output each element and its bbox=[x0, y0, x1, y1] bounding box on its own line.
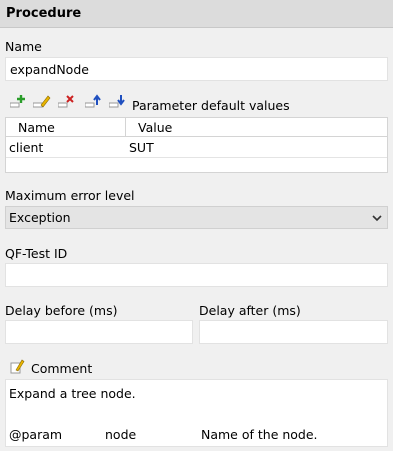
table-header: Name Value bbox=[6, 118, 387, 137]
panel-title: Procedure bbox=[6, 6, 82, 21]
chevron-down-icon bbox=[372, 215, 382, 222]
table-row[interactable]: client SUT bbox=[6, 138, 387, 158]
add-icon bbox=[10, 95, 25, 108]
add-row-button[interactable] bbox=[10, 93, 28, 109]
cell-name: client bbox=[9, 140, 44, 155]
comment-param-tag: @param bbox=[9, 427, 63, 442]
delete-icon bbox=[58, 95, 74, 108]
comment-param-desc: Name of the node. bbox=[201, 427, 318, 442]
move-up-button[interactable] bbox=[85, 93, 103, 109]
name-label: Name bbox=[5, 39, 42, 54]
panel-header: Procedure bbox=[0, 0, 393, 28]
cell-value: SUT bbox=[129, 140, 154, 155]
delete-row-button[interactable] bbox=[58, 93, 76, 109]
comment-icon bbox=[10, 358, 26, 374]
error-level-value: Exception bbox=[9, 210, 71, 225]
move-down-icon bbox=[109, 95, 125, 108]
comment-line: Expand a tree node. bbox=[9, 386, 136, 401]
delay-after-label: Delay after (ms) bbox=[199, 303, 301, 318]
delay-before-label: Delay before (ms) bbox=[5, 303, 118, 318]
move-down-button[interactable] bbox=[109, 93, 127, 109]
move-up-icon bbox=[85, 94, 101, 108]
qftest-id-field[interactable] bbox=[5, 263, 388, 287]
parameter-defaults-label: Parameter default values bbox=[132, 98, 290, 113]
comment-param-name: node bbox=[105, 427, 137, 442]
qftest-id-label: QF-Test ID bbox=[5, 246, 68, 261]
edit-row-button[interactable] bbox=[33, 93, 51, 109]
error-level-select[interactable]: Exception bbox=[5, 206, 388, 229]
delay-after-field[interactable] bbox=[199, 320, 388, 344]
column-header-value[interactable]: Value bbox=[126, 118, 172, 137]
column-header-name[interactable]: Name bbox=[6, 118, 125, 137]
comment-label: Comment bbox=[31, 361, 93, 376]
edit-icon bbox=[33, 95, 51, 108]
name-field[interactable]: expandNode bbox=[5, 57, 388, 81]
comment-textarea[interactable]: Expand a tree node. @param node Name of … bbox=[5, 379, 388, 447]
delay-before-field[interactable] bbox=[5, 320, 193, 344]
parameter-table[interactable]: Name Value client SUT bbox=[5, 117, 388, 173]
name-value: expandNode bbox=[10, 61, 89, 77]
error-level-label: Maximum error level bbox=[5, 188, 135, 203]
